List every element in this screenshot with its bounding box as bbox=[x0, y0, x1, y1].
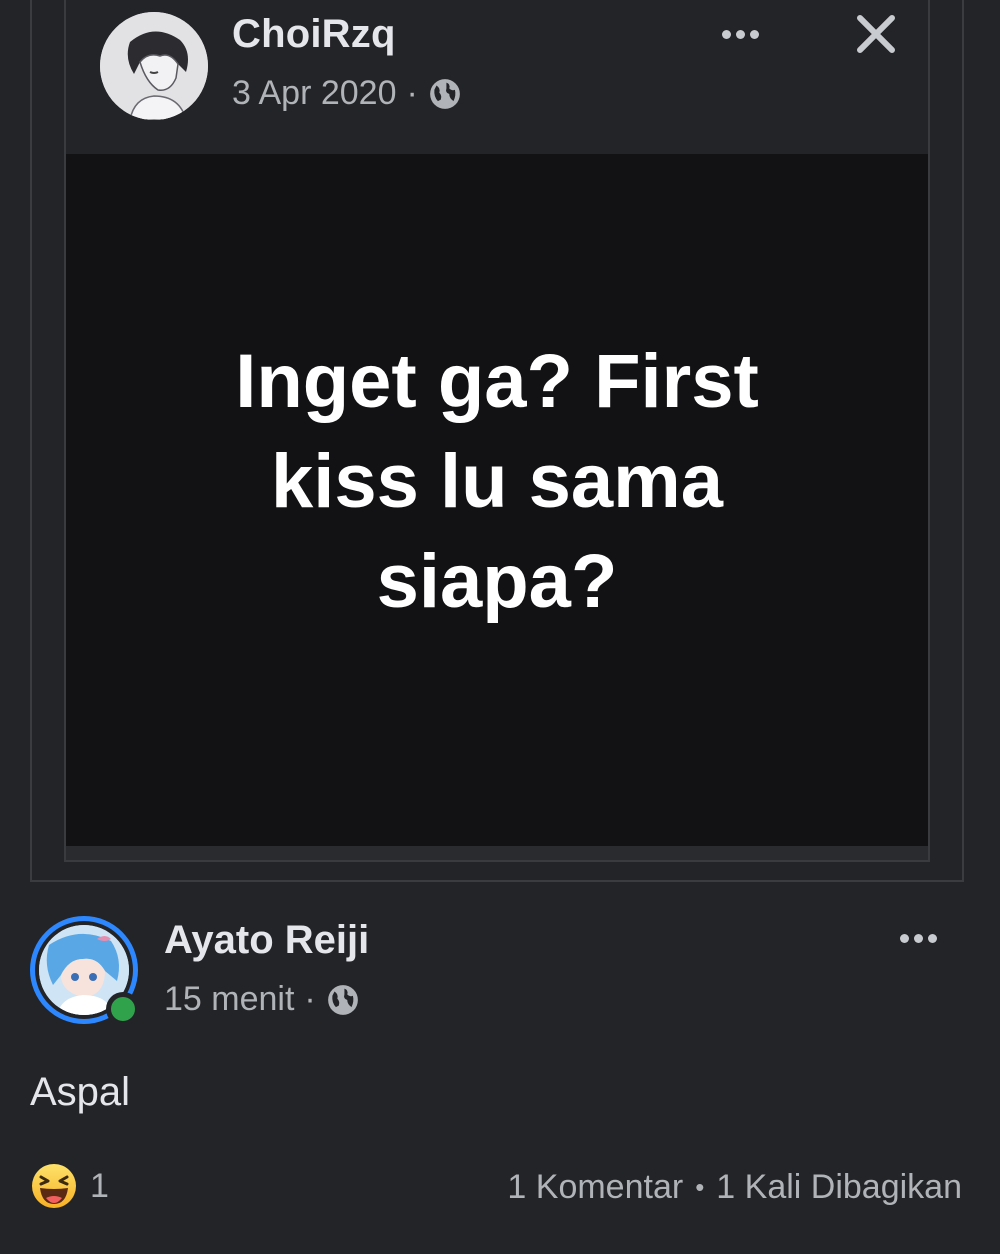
close-icon[interactable] bbox=[852, 10, 900, 58]
shares-count-link[interactable]: 1 Kali Dibagikan bbox=[716, 1168, 962, 1207]
more-dots-icon[interactable] bbox=[722, 30, 759, 39]
post-text: Aspal bbox=[30, 1070, 131, 1114]
shared-post-card[interactable]: ChoiRzq 3 Apr 2020 · Inget ga? First kis… bbox=[64, 0, 930, 862]
post-stats: 1 Komentar • 1 Kali Dibagikan bbox=[507, 1168, 962, 1207]
reaction-count: 1 bbox=[90, 1166, 109, 1205]
haha-emoji-icon bbox=[32, 1164, 76, 1208]
shared-post-frame: ChoiRzq 3 Apr 2020 · Inget ga? First kis… bbox=[30, 0, 964, 882]
original-post-meta: 3 Apr 2020 · bbox=[232, 74, 462, 113]
image-caption-text: Inget ga? First kiss lu sama siapa? bbox=[235, 339, 759, 624]
more-dots-icon[interactable] bbox=[900, 934, 937, 943]
reaction-summary[interactable]: 1 bbox=[30, 1162, 109, 1210]
shared-post-image[interactable]: Inget ga? First kiss lu sama siapa? bbox=[66, 154, 928, 846]
image-bottom-bar bbox=[66, 846, 928, 860]
post-meta: 15 menit · bbox=[164, 980, 360, 1019]
original-post-date[interactable]: 3 Apr 2020 bbox=[232, 74, 396, 113]
meta-separator: · bbox=[406, 74, 418, 112]
stats-separator: • bbox=[695, 1172, 705, 1202]
globe-icon bbox=[327, 984, 358, 1015]
original-author-name[interactable]: ChoiRzq bbox=[232, 12, 396, 57]
original-author-avatar[interactable] bbox=[100, 12, 208, 120]
online-status-indicator bbox=[106, 992, 140, 1026]
post-time[interactable]: 15 menit bbox=[164, 980, 294, 1019]
comments-count-link[interactable]: 1 Komentar bbox=[507, 1168, 683, 1207]
meta-separator: · bbox=[304, 980, 316, 1018]
globe-icon bbox=[429, 78, 460, 109]
author-name[interactable]: Ayato Reiji bbox=[164, 918, 369, 963]
shared-post-header: ChoiRzq 3 Apr 2020 · bbox=[66, 0, 928, 154]
avatar-sketch-image bbox=[100, 12, 208, 120]
